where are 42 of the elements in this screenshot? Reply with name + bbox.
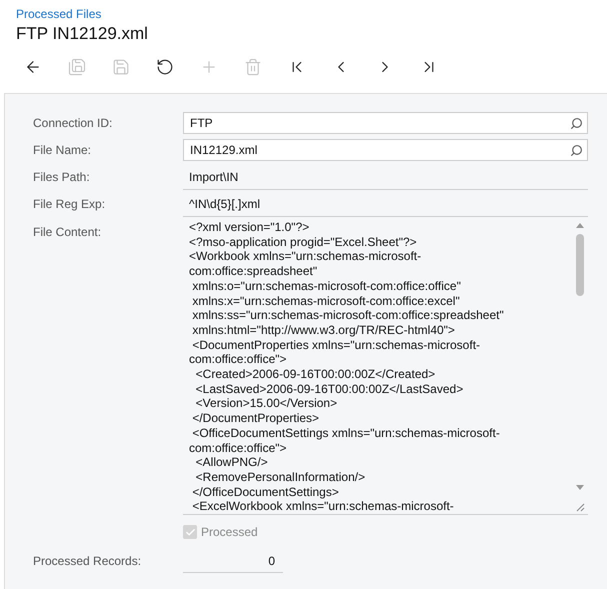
text-area[interactable] xyxy=(183,219,588,515)
field-label: File Name: xyxy=(33,142,92,159)
scroll-up-icon[interactable] xyxy=(576,223,584,228)
file-content-line: xmlns:o="urn:schemas-microsoft-com:office:office" xyxy=(191,278,461,294)
file-content-line: <ExcelWorkbook xmlns="urn:schemas-microsoft- xyxy=(191,499,454,514)
undo-icon[interactable] xyxy=(156,58,174,76)
lookup-field[interactable]: FTP xyxy=(183,112,588,134)
lookup-field[interactable]: IN12129.xml xyxy=(183,139,588,161)
readonly-field: ^IN\d{5}[.]xml xyxy=(183,191,588,217)
file-content-line: com:office:office"> xyxy=(189,440,287,456)
page-title: FTP IN12129.xml xyxy=(16,23,148,45)
field-label: File Content: xyxy=(33,224,102,241)
file-content-line: <AllowPNG/> xyxy=(194,455,268,470)
file-content-line: <Created>2006-09-16T00:00:00Z</Created> xyxy=(194,367,436,382)
file-content-line: </OfficeDocumentSettings> xyxy=(191,484,339,500)
readonly-field: Import\IN xyxy=(183,164,588,190)
file-content-line: <LastSaved>2006-09-16T00:00:00Z</LastSaved> xyxy=(194,382,464,396)
file-content-line: com:office:office"> xyxy=(189,352,287,368)
breadcrumb-link[interactable]: Processed Files xyxy=(16,6,102,22)
field-label: Processed Records: xyxy=(33,553,142,570)
number-field[interactable]: 0 xyxy=(183,549,283,573)
checkbox-label: Processed xyxy=(201,524,258,541)
file-content-line: <?mso-application progid="Excel.Sheet"?> xyxy=(189,234,417,250)
file-content-line: <OfficeDocumentSettings xmlns="urn:schemas-microsoft- xyxy=(191,426,500,441)
file-content-line: xmlns:ss="urn:schemas-microsoft-com:office:spreadsheet" xyxy=(191,308,504,323)
scroll-down-icon[interactable] xyxy=(576,485,584,490)
file-content-line: </DocumentProperties> xyxy=(191,411,320,426)
field-label: Connection ID: xyxy=(33,115,114,132)
field-label: Files Path: xyxy=(33,169,91,186)
scroll-thumb[interactable] xyxy=(576,234,584,296)
file-content-line: com:office:spreadsheet" xyxy=(189,264,318,279)
search-icon[interactable] xyxy=(570,144,583,156)
field-label: File Reg Exp: xyxy=(33,196,106,213)
file-content-line: <?xml version="1.0"?> xyxy=(189,220,310,235)
file-content-line: <Version>15.00</Version> xyxy=(194,396,338,412)
file-content-line: xmlns:x="urn:schemas-microsoft-com:office:excel" xyxy=(191,294,460,308)
file-content-line: <Workbook xmlns="urn:schemas-microsoft- xyxy=(189,249,422,264)
resize-grip-icon[interactable] xyxy=(575,502,585,512)
file-content-line: <RemovePersonalInformation/> xyxy=(194,470,366,485)
search-icon[interactable] xyxy=(570,116,583,130)
file-content-line: <DocumentProperties xmlns="urn:schemas-microsoft- xyxy=(191,338,480,352)
file-content-line: xmlns:html="http://www.w3.org/TR/REC-html40"> xyxy=(191,322,455,338)
